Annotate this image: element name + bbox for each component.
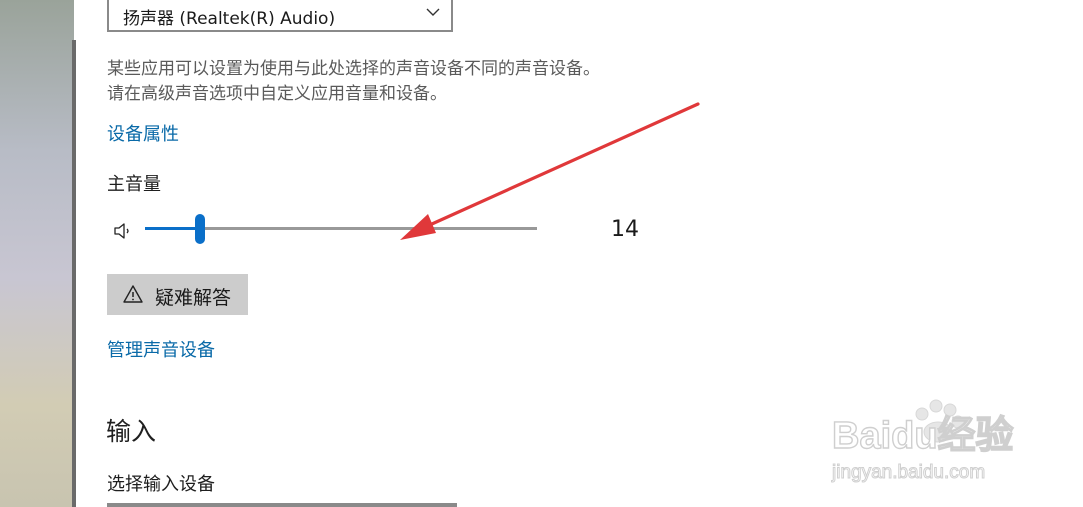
description-line-2: 请在高级声音选项中自定义应用音量和设备。	[107, 84, 447, 104]
troubleshoot-label: 疑难解答	[155, 287, 232, 309]
device-properties-link[interactable]: 设备属性	[107, 120, 179, 146]
window-edge	[72, 40, 76, 507]
master-volume-slider[interactable]	[145, 213, 537, 245]
output-device-value: 扬声器 (Realtek(R) Audio)	[123, 9, 336, 29]
watermark-logo-text: Baidu经验	[832, 415, 1014, 457]
input-section-title: 输入	[106, 417, 157, 446]
desktop-background-strip	[0, 0, 74, 507]
speaker-icon[interactable]	[112, 221, 132, 241]
chevron-down-icon	[426, 8, 440, 16]
slider-fill	[145, 227, 200, 230]
description-line-1: 某些应用可以设置为使用与此处选择的声音设备不同的声音设备。	[107, 59, 600, 79]
baidu-watermark-logo: Baidu经验 jingyan.baidu.com	[831, 399, 1014, 484]
output-description: 某些应用可以设置为使用与此处选择的声音设备不同的声音设备。 请在高级声音选项中自…	[107, 57, 600, 107]
master-volume-label: 主音量	[107, 174, 161, 195]
troubleshoot-button[interactable]: 疑难解答	[107, 274, 248, 315]
watermark-url: jingyan.baidu.com	[831, 462, 985, 483]
manage-sound-devices-link[interactable]: 管理声音设备	[107, 336, 215, 362]
warning-icon	[123, 285, 143, 303]
choose-input-device-label: 选择输入设备	[107, 474, 215, 495]
volume-value: 14	[611, 217, 639, 242]
output-device-dropdown[interactable]: 扬声器 (Realtek(R) Audio)	[107, 0, 453, 32]
slider-thumb[interactable]	[195, 214, 205, 244]
input-device-dropdown[interactable]	[107, 503, 457, 507]
